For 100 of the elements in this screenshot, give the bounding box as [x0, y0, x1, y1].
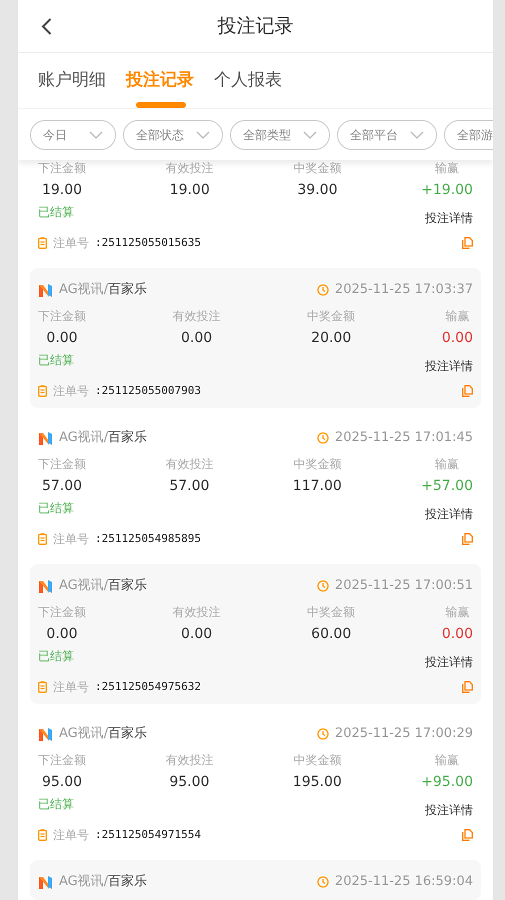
- bet-detail-link[interactable]: 投注详情: [425, 506, 473, 522]
- order-number: :251125054985895: [95, 530, 201, 547]
- column-label: 下注金额: [38, 604, 86, 620]
- column-label: 中奖金额: [293, 752, 342, 768]
- bet-time: 2025-11-25 16:59:04: [334, 873, 473, 892]
- status-text: 已结算: [38, 648, 74, 664]
- chevron-down-icon: [303, 130, 317, 138]
- logo-icon: [38, 430, 53, 446]
- column-label: 输赢: [435, 752, 460, 768]
- bet-detail-link[interactable]: 投注详情: [425, 654, 473, 670]
- filter-dropdown[interactable]: 全部平台: [337, 120, 437, 150]
- column-label: 下注金额: [38, 308, 86, 324]
- separator: /: [104, 874, 108, 890]
- copy-icon[interactable]: [462, 681, 473, 693]
- tab-indicator: [136, 102, 186, 108]
- status-text: 已结算: [38, 796, 74, 812]
- platform-name: AG视讯: [59, 430, 104, 446]
- bet-detail-link[interactable]: 投注详情: [425, 358, 473, 374]
- bet-detail-link[interactable]: 投注详情: [425, 802, 473, 818]
- logo-icon: [38, 578, 53, 594]
- amount-value: 57.00: [169, 477, 210, 496]
- clock-icon: [316, 728, 329, 740]
- bet-detail-link[interactable]: 投注详情: [425, 210, 473, 226]
- game-name: 百家乐: [108, 874, 148, 890]
- tab[interactable]: 账户明细: [38, 53, 106, 108]
- tab[interactable]: 个人报表: [214, 53, 282, 108]
- amount-value: 95.00: [42, 773, 82, 792]
- column-label: 中奖金额: [293, 160, 342, 176]
- order-label: 注单号: [53, 531, 89, 548]
- order-number: :251125055007903: [95, 382, 201, 399]
- status-text: 已结算: [38, 352, 74, 368]
- status-text: 已结算: [38, 204, 74, 220]
- logo-icon: [38, 282, 53, 298]
- clock-icon: [316, 580, 329, 592]
- amount-value: +57.00: [421, 477, 473, 496]
- separator: /: [104, 430, 108, 446]
- amount-value: 19.00: [42, 181, 82, 200]
- column-label: 输赢: [435, 456, 460, 472]
- clipboard-icon: [38, 237, 47, 249]
- column-label: 有效投注: [166, 160, 214, 176]
- amount-value: 60.00: [311, 625, 352, 644]
- bet-time: 2025-11-25 17:01:45: [334, 429, 473, 448]
- column-label: 中奖金额: [307, 604, 356, 620]
- game-name: 百家乐: [108, 578, 148, 594]
- bet-time: 2025-11-25 17:00:51: [334, 577, 473, 596]
- amount-value: 19.00: [170, 181, 210, 200]
- logo-icon: [38, 726, 53, 742]
- bet-time: 2025-11-25 17:03:37: [334, 281, 473, 300]
- amount-value: 0.00: [442, 329, 473, 348]
- filter-dropdown[interactable]: 全部状态: [123, 120, 223, 150]
- filter-dropdown[interactable]: 全部游: [444, 120, 493, 150]
- column-label: 有效投注: [165, 752, 214, 768]
- column-label: 下注金额: [38, 160, 86, 176]
- order-label: 注单号: [53, 827, 89, 844]
- order-number: :251125054975632: [95, 678, 201, 695]
- copy-icon[interactable]: [462, 533, 473, 545]
- column-label: 下注金额: [38, 752, 86, 768]
- game-name: 百家乐: [108, 282, 148, 298]
- amount-value: 0.00: [46, 329, 78, 348]
- order-label: 注单号: [53, 235, 89, 252]
- copy-icon[interactable]: [462, 385, 473, 397]
- amount-value: +95.00: [421, 773, 473, 792]
- amount-value: 0.00: [181, 329, 212, 348]
- status-text: 已结算: [38, 500, 74, 516]
- column-label: 有效投注: [165, 456, 214, 472]
- clipboard-icon: [38, 681, 47, 693]
- amount-value: 0.00: [442, 625, 473, 644]
- back-icon[interactable]: [41, 18, 52, 35]
- chevron-down-icon: [196, 130, 210, 138]
- clock-icon: [316, 876, 329, 888]
- filter-dropdown[interactable]: 今日: [30, 120, 116, 150]
- column-label: 下注金额: [38, 456, 86, 472]
- page-title: 投注记录: [218, 14, 294, 39]
- amount-value: 195.00: [292, 773, 342, 792]
- clipboard-icon: [38, 829, 47, 841]
- amount-value: 95.00: [169, 773, 210, 792]
- filter-dropdown[interactable]: 全部类型: [230, 120, 330, 150]
- game-name: 百家乐: [108, 726, 148, 742]
- copy-icon[interactable]: [462, 237, 473, 249]
- order-label: 注单号: [53, 383, 89, 400]
- separator: /: [104, 282, 108, 298]
- copy-icon[interactable]: [462, 829, 473, 841]
- clock-icon: [316, 432, 329, 444]
- column-label: 输赢: [445, 308, 470, 324]
- amount-value: 57.00: [42, 477, 82, 496]
- amount-value: 0.00: [46, 625, 78, 644]
- platform-name: AG视讯: [59, 282, 104, 298]
- logo-icon: [38, 874, 53, 890]
- game-name: 百家乐: [108, 430, 148, 446]
- column-label: 中奖金额: [307, 308, 356, 324]
- order-number: :251125054971554: [95, 826, 201, 843]
- order-number: :251125055015635: [95, 234, 201, 251]
- clipboard-icon: [38, 385, 47, 397]
- column-label: 中奖金额: [293, 456, 342, 472]
- platform-name: AG视讯: [59, 874, 104, 890]
- amount-value: 117.00: [292, 477, 342, 496]
- separator: /: [104, 726, 108, 742]
- column-label: 有效投注: [172, 604, 221, 620]
- bet-time: 2025-11-25 17:00:29: [334, 725, 473, 744]
- platform-name: AG视讯: [59, 726, 104, 742]
